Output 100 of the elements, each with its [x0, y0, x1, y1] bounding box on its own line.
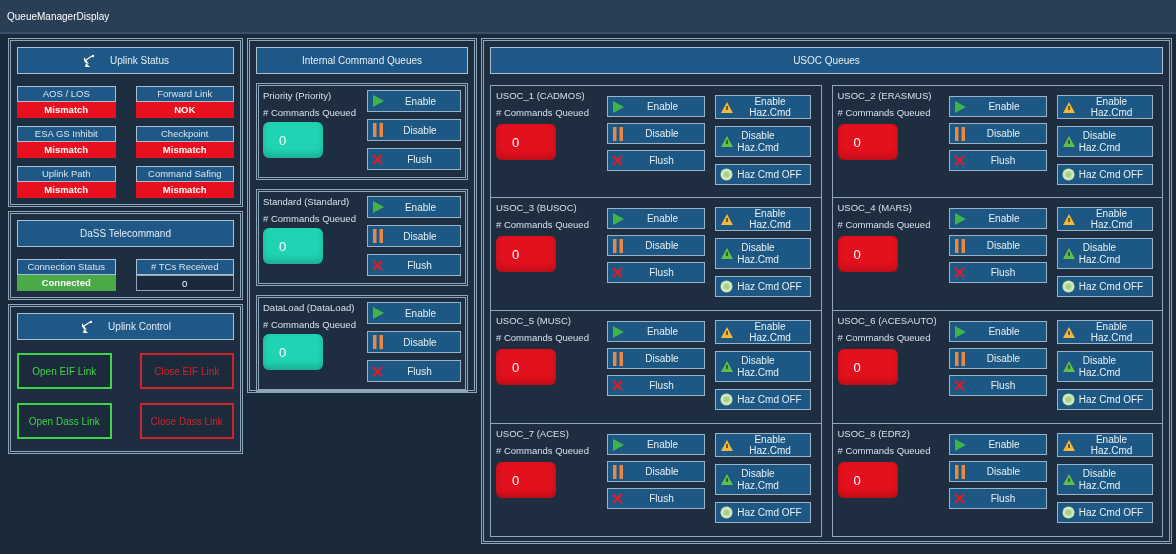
disable-button[interactable]: Disable	[948, 348, 1047, 369]
warning-icon	[1061, 325, 1076, 339]
haz-disable-button[interactable]: Disable Haz.Cmd	[1056, 238, 1153, 269]
flush-button[interactable]: Flush	[607, 488, 705, 509]
haz-disable-button[interactable]: Disable Haz.Cmd	[1056, 351, 1153, 382]
disable-button[interactable]: Disable	[607, 123, 705, 144]
section-title: USOC Queues	[490, 47, 1163, 74]
enable-button[interactable]: Enable	[607, 96, 705, 117]
haz-disable-button[interactable]: Disable Haz.Cmd	[715, 464, 811, 495]
queued-count: 0	[496, 462, 556, 498]
enable-button[interactable]: Enable	[948, 96, 1047, 117]
haz-off-button[interactable]: Haz Cmd OFF	[1056, 502, 1153, 523]
flush-button[interactable]: Flush	[948, 488, 1047, 509]
disable-button[interactable]: Disable	[607, 461, 705, 482]
haz-enable-button[interactable]: Enable Haz.Cmd	[1056, 95, 1153, 119]
haz-off-button[interactable]: Haz Cmd OFF	[1056, 164, 1153, 185]
pause-icon	[612, 237, 624, 254]
close-icon	[372, 365, 383, 377]
haz-enable-button[interactable]: Enable Haz.Cmd	[715, 433, 811, 457]
haz-disable-button[interactable]: Disable Haz.Cmd	[715, 351, 811, 382]
enable-button[interactable]: Enable	[948, 434, 1047, 455]
close-icon	[953, 155, 965, 166]
close-icon	[953, 493, 965, 504]
play-icon	[953, 324, 967, 339]
haz-off-button[interactable]: Haz Cmd OFF	[715, 276, 811, 297]
warning-icon	[720, 438, 734, 452]
close-icon	[612, 493, 623, 504]
haz-off-button[interactable]: Haz Cmd OFF	[1056, 389, 1153, 410]
play-icon	[372, 200, 385, 214]
flush-button[interactable]: Flush	[948, 262, 1047, 283]
enable-button[interactable]: Enable	[607, 208, 705, 229]
disable-button[interactable]: Disable	[948, 123, 1047, 144]
queue-name: DataLoad (DataLoad)	[263, 302, 356, 313]
flush-button[interactable]: Flush	[948, 375, 1047, 396]
disable-button[interactable]: Disable	[367, 119, 461, 141]
disable-button[interactable]: Disable	[367, 225, 461, 247]
status-value: 0	[135, 275, 234, 291]
count-label: # Commands Queued	[263, 213, 356, 224]
queued-count: 0	[496, 236, 556, 272]
window-title: QueueManagerDisplay	[0, 0, 1176, 34]
count-label: # Commands Queued	[263, 107, 356, 118]
haz-off-button[interactable]: Haz Cmd OFF	[715, 164, 811, 185]
disable-button[interactable]: Disable	[607, 235, 705, 256]
flush-button[interactable]: Flush	[607, 375, 705, 396]
haz-disable-button[interactable]: Disable Haz.Cmd	[715, 238, 811, 269]
enable-button[interactable]: Enable	[607, 434, 705, 455]
warning-icon	[1061, 135, 1076, 148]
haz-enable-button[interactable]: Enable Haz.Cmd	[1056, 433, 1153, 457]
haz-disable-button[interactable]: Disable Haz.Cmd	[715, 126, 811, 157]
disable-button[interactable]: Disable	[948, 461, 1047, 482]
section-title: Internal Command Queues	[256, 47, 468, 74]
haz-off-button[interactable]: Haz Cmd OFF	[715, 502, 811, 523]
flush-button[interactable]: Flush	[367, 254, 461, 276]
haz-disable-button[interactable]: Disable Haz.Cmd	[1056, 126, 1153, 157]
haz-enable-button[interactable]: Enable Haz.Cmd	[715, 95, 811, 119]
haz-enable-button[interactable]: Enable Haz.Cmd	[715, 207, 811, 231]
status-value: Connected	[17, 275, 116, 291]
enable-button[interactable]: Enable	[607, 321, 705, 342]
count-label: # Commands Queued	[837, 445, 932, 456]
pause-icon	[953, 350, 966, 367]
open-link-button[interactable]: Open Dass Link	[17, 403, 112, 439]
enable-button[interactable]: Enable	[367, 196, 461, 218]
haz-enable-button[interactable]: Enable Haz.Cmd	[715, 320, 811, 344]
pause-icon	[372, 122, 384, 138]
haz-enable-button[interactable]: Enable Haz.Cmd	[1056, 207, 1153, 231]
queued-count: 0	[837, 236, 898, 272]
enable-button[interactable]: Enable	[948, 321, 1047, 342]
status-light-icon	[720, 280, 733, 293]
satellite-dish-icon	[80, 319, 95, 334]
flush-button[interactable]: Flush	[948, 150, 1047, 171]
queue-name: USOC_2 (ERASMUS)	[837, 90, 933, 101]
haz-disable-button[interactable]: Disable Haz.Cmd	[1056, 464, 1153, 495]
haz-off-button[interactable]: Haz Cmd OFF	[715, 389, 811, 410]
enable-button[interactable]: Enable	[367, 302, 461, 324]
queued-count: 0	[496, 349, 556, 385]
play-icon	[612, 324, 625, 339]
disable-button[interactable]: Disable	[607, 348, 705, 369]
flush-button[interactable]: Flush	[607, 262, 705, 283]
flush-button[interactable]: Flush	[367, 148, 461, 170]
enable-button[interactable]: Enable	[948, 208, 1047, 229]
warning-icon	[720, 135, 734, 148]
flush-button[interactable]: Flush	[367, 360, 461, 382]
enable-button[interactable]: Enable	[367, 90, 461, 112]
queue-name: USOC_7 (ACES)	[496, 428, 570, 439]
haz-off-button[interactable]: Haz Cmd OFF	[1056, 276, 1153, 297]
warning-icon	[1061, 438, 1076, 452]
status-light-icon	[720, 393, 733, 406]
pause-icon	[372, 228, 384, 244]
queued-count: 0	[263, 334, 323, 370]
status-value: Mismatch	[17, 182, 116, 198]
disable-button[interactable]: Disable	[948, 235, 1047, 256]
open-link-button[interactable]: Open EIF Link	[17, 353, 112, 389]
warning-icon	[720, 325, 734, 339]
haz-enable-button[interactable]: Enable Haz.Cmd	[1056, 320, 1153, 344]
pause-icon	[953, 125, 966, 142]
count-label: # Commands Queued	[837, 219, 932, 230]
flush-button[interactable]: Flush	[607, 150, 705, 171]
disable-button[interactable]: Disable	[367, 331, 461, 353]
status-value: NOK	[135, 102, 234, 118]
warning-icon	[720, 247, 734, 260]
